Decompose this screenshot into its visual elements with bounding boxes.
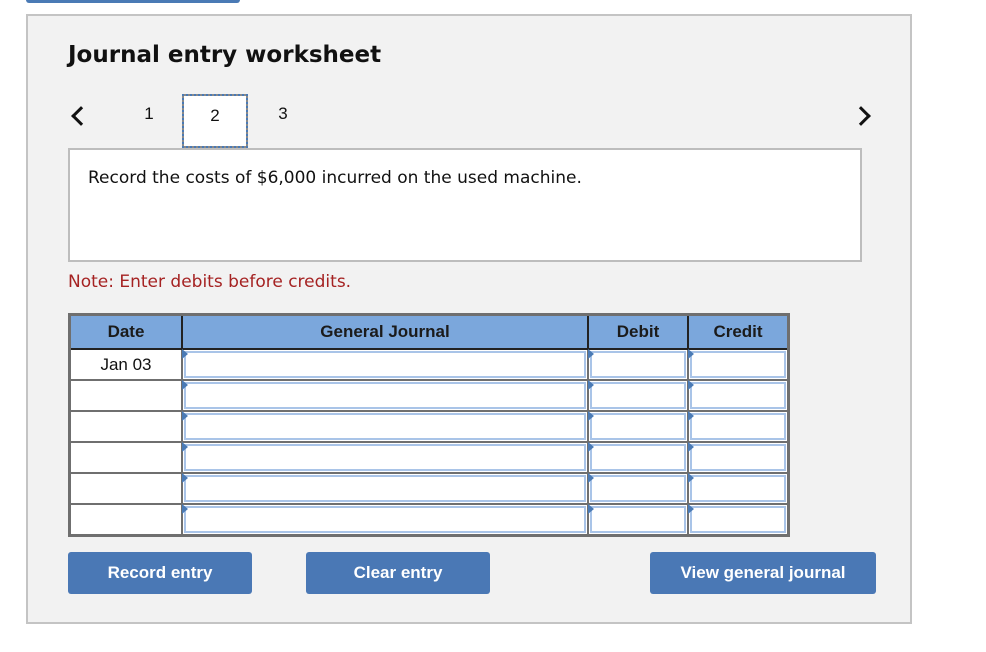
record-entry-button[interactable]: Record entry (68, 552, 252, 594)
debit-cell (587, 379, 689, 412)
credit-cell (687, 441, 790, 474)
credit-cell (687, 348, 790, 381)
account-input[interactable] (184, 475, 586, 502)
cell-marker-icon (588, 504, 594, 514)
account-input[interactable] (184, 351, 586, 378)
page-title: Journal entry worksheet (68, 42, 382, 68)
cell-marker-icon (588, 442, 594, 452)
cell-marker-icon (688, 349, 694, 359)
debit-cell (587, 472, 689, 505)
worksheet-panel: Journal entry worksheet 1 2 3 Record the… (26, 14, 912, 624)
next-step-button[interactable] (851, 100, 871, 130)
account-cell (181, 379, 589, 412)
account-input[interactable] (184, 413, 586, 440)
debit-input[interactable] (590, 506, 686, 533)
credit-input[interactable] (690, 413, 786, 440)
cell-marker-icon (182, 380, 188, 390)
header-date: Date (68, 313, 183, 350)
step-tab-2[interactable]: 2 (182, 94, 248, 148)
credit-input[interactable] (690, 444, 786, 471)
debit-cell (587, 441, 689, 474)
cell-marker-icon (182, 504, 188, 514)
journal-table: Date General Journal Debit Credit Jan 03 (68, 313, 790, 537)
credit-cell (687, 410, 790, 443)
date-cell (68, 503, 183, 537)
debit-input[interactable] (590, 413, 686, 440)
credit-input[interactable] (690, 382, 786, 409)
debit-input[interactable] (590, 351, 686, 378)
date-cell (68, 379, 183, 412)
journal-row (68, 441, 790, 474)
cell-marker-icon (688, 504, 694, 514)
cell-marker-icon (182, 411, 188, 421)
cell-marker-icon (182, 442, 188, 452)
clear-entry-button[interactable]: Clear entry (306, 552, 490, 594)
account-cell (181, 348, 589, 381)
note-text: Note: Enter debits before credits. (68, 272, 352, 292)
account-cell (181, 472, 589, 505)
cell-marker-icon (182, 473, 188, 483)
account-input[interactable] (184, 382, 586, 409)
date-cell (68, 410, 183, 443)
journal-row (68, 503, 790, 537)
cell-marker-icon (588, 411, 594, 421)
credit-input[interactable] (690, 506, 786, 533)
date-cell (68, 472, 183, 505)
view-general-journal-button[interactable]: View general journal (650, 552, 876, 594)
header-debit: Debit (587, 313, 689, 350)
header-credit: Credit (687, 313, 790, 350)
cell-marker-icon (588, 349, 594, 359)
debit-input[interactable] (590, 444, 686, 471)
debit-cell (587, 503, 689, 537)
journal-row: Jan 03 (68, 348, 790, 381)
account-cell (181, 441, 589, 474)
journal-row (68, 410, 790, 443)
credit-input[interactable] (690, 475, 786, 502)
instruction-box: Record the costs of $6,000 incurred on t… (68, 148, 862, 262)
step-tab-3[interactable]: 3 (250, 94, 316, 146)
cell-marker-icon (182, 349, 188, 359)
debit-input[interactable] (590, 475, 686, 502)
account-input[interactable] (184, 506, 586, 533)
debit-cell (587, 410, 689, 443)
instruction-text: Record the costs of $6,000 incurred on t… (88, 168, 582, 188)
date-cell: Jan 03 (68, 348, 183, 381)
cell-marker-icon (688, 473, 694, 483)
top-tab-indicator (26, 0, 240, 3)
account-cell (181, 503, 589, 537)
credit-cell (687, 472, 790, 505)
credit-cell (687, 503, 790, 537)
journal-row (68, 472, 790, 505)
cell-marker-icon (688, 380, 694, 390)
date-cell (68, 441, 183, 474)
cell-marker-icon (588, 473, 594, 483)
debit-input[interactable] (590, 382, 686, 409)
credit-input[interactable] (690, 351, 786, 378)
header-row: Date General Journal Debit Credit (68, 313, 790, 350)
step-tab-1[interactable]: 1 (116, 94, 182, 146)
previous-step-button[interactable] (68, 100, 91, 130)
journal-row (68, 379, 790, 412)
account-cell (181, 410, 589, 443)
account-input[interactable] (184, 444, 586, 471)
chevron-left-icon (71, 106, 91, 126)
credit-cell (687, 379, 790, 412)
header-general-journal: General Journal (181, 313, 589, 350)
cell-marker-icon (588, 380, 594, 390)
debit-cell (587, 348, 689, 381)
cell-marker-icon (688, 442, 694, 452)
cell-marker-icon (688, 411, 694, 421)
chevron-right-icon (851, 106, 871, 126)
